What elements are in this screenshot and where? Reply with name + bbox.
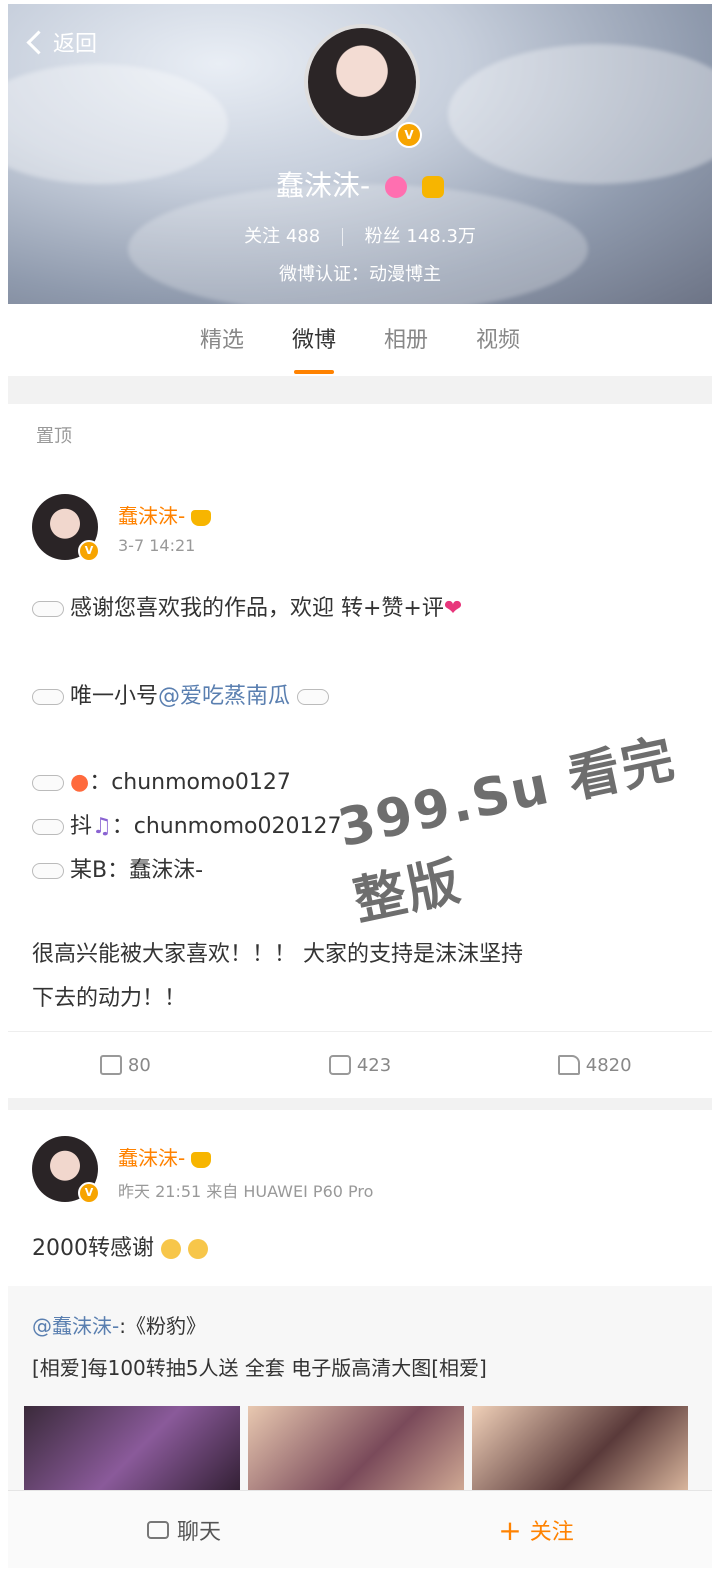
following-stat[interactable]: 关注 488 — [244, 226, 326, 247]
thumbs-up-icon — [557, 1055, 580, 1075]
profile-name-row: 蠢沫沫- — [8, 164, 712, 204]
verified-badge-icon: V — [78, 540, 100, 562]
comment-button[interactable]: 423 — [243, 1032, 478, 1098]
repost-icon — [99, 1055, 122, 1075]
verification-text: 微博认证：动漫博主 — [279, 264, 441, 285]
chat-button[interactable]: 聊天 — [8, 1491, 360, 1568]
like-count: 4820 — [585, 1054, 632, 1076]
music-note-icon: ♫ — [92, 814, 112, 839]
comment-icon — [328, 1055, 351, 1075]
heart-icon: ❤ — [443, 596, 463, 621]
crying-emoji-icon — [188, 1239, 208, 1259]
following-label: 关注 — [244, 226, 281, 247]
quote-text: [相爱]每100转抽5人送 全套 电子版高清大图[相爱] — [32, 1356, 487, 1380]
followers-stat[interactable]: 粉丝 148.3万 — [365, 226, 476, 247]
bottom-action-bar: 聊天 + 关注 — [8, 1490, 712, 1568]
post-line-text: 抖 — [70, 814, 93, 839]
cloud-icon — [32, 601, 64, 617]
chat-bubble-icon — [146, 1521, 169, 1539]
post-card: V 蠢沫沫- 昨天 21:51 来自 HUAWEI P60 Pro 2000转感… — [8, 1110, 712, 1568]
crown-icon[interactable] — [421, 176, 444, 198]
quote-user-link[interactable]: @蠢沫沫- — [32, 1314, 119, 1338]
crying-emoji-icon — [161, 1239, 181, 1259]
post-username-text: 蠢沫沫- — [118, 504, 186, 528]
post-paragraph: 很高兴能被大家喜欢！！！ 大家的支持是沫沫坚持 — [32, 942, 523, 967]
profile-name: 蠢沫沫- — [276, 169, 371, 202]
profile-tabs: 精选 微博 相册 视频 — [8, 304, 712, 376]
post-line: 抖♫：chunmomo020127 — [32, 808, 341, 840]
following-count: 488 — [285, 226, 321, 247]
verified-badge-icon: V — [396, 122, 422, 148]
post-time: 3-7 14:21 — [118, 536, 196, 555]
profile-stats: 关注 488 粉丝 148.3万 — [8, 222, 712, 248]
pinned-label: 置顶 — [36, 426, 72, 447]
post-meta: 昨天 21:51 来自 HUAWEI P60 Pro — [118, 1182, 374, 1201]
post-actions: 80 423 4820 — [8, 1031, 712, 1098]
quote-title: :《粉豹》 — [119, 1314, 206, 1338]
membership-icon[interactable] — [385, 176, 408, 198]
chat-label: 聊天 — [176, 1520, 221, 1545]
post-line-text: 2000转感谢 — [32, 1236, 154, 1261]
verified-badge-icon: V — [78, 1182, 100, 1204]
follow-label: 关注 — [529, 1520, 574, 1545]
followers-count: 148.3万 — [406, 226, 476, 247]
back-label: 返回 — [53, 32, 98, 57]
back-button[interactable]: 返回 — [26, 26, 98, 58]
cloud-decoration — [448, 44, 712, 184]
chevron-left-icon — [26, 29, 51, 55]
cloud-icon — [32, 863, 64, 879]
post-line-text: 某B：蠢沫沫- — [70, 858, 204, 883]
post-paragraph: 下去的动力！！ — [32, 986, 187, 1011]
post-line-text: ：chunmomo0127 — [89, 770, 291, 795]
post-line: 唯一小号@爱吃蒸南瓜 — [32, 678, 335, 710]
tab-featured[interactable]: 精选 — [200, 322, 244, 358]
post-line: 某B：蠢沫沫- — [32, 852, 203, 884]
post-username[interactable]: 蠢沫沫- — [118, 500, 212, 529]
plus-icon: + — [498, 1513, 522, 1547]
comment-count: 423 — [356, 1054, 392, 1076]
post-line-text: 唯一小号 — [70, 684, 159, 709]
follow-button[interactable]: + 关注 — [360, 1491, 712, 1568]
crown-icon — [191, 1151, 212, 1168]
app-frame: 返回 V 蠢沫沫- 关注 488 粉丝 148.3万 微博认证：动漫博主 精选 … — [8, 4, 712, 1568]
post-line-text: ：chunmomo020127 — [111, 814, 342, 839]
divider — [341, 228, 343, 246]
post-line: 2000转感谢 — [32, 1230, 208, 1262]
profile-header: 返回 V 蠢沫沫- 关注 488 粉丝 148.3万 微博认证：动漫博主 — [8, 4, 712, 304]
cloud-icon — [297, 689, 330, 705]
tab-video[interactable]: 视频 — [476, 322, 520, 358]
post-line: ●：chunmomo0127 — [32, 764, 291, 796]
cloud-icon — [32, 689, 64, 705]
cloud-icon — [32, 819, 64, 835]
post-username-text: 蠢沫沫- — [118, 1146, 186, 1170]
tab-weibo[interactable]: 微博 — [292, 322, 336, 374]
followers-label: 粉丝 — [364, 226, 401, 247]
post-username[interactable]: 蠢沫沫- — [118, 1142, 212, 1171]
repost-count: 80 — [127, 1054, 151, 1076]
like-button[interactable]: 4820 — [477, 1032, 712, 1098]
post-line-text: 感谢您喜欢我的作品，欢迎 转+赞+评 — [70, 596, 444, 621]
tab-album[interactable]: 相册 — [384, 322, 428, 358]
cloud-icon — [32, 775, 64, 791]
quote-header: @蠢沫沫-:《粉豹》 — [32, 1310, 206, 1339]
app-logo-icon: ● — [70, 770, 90, 795]
crown-icon — [191, 509, 212, 526]
mention-link[interactable]: @爱吃蒸南瓜 — [158, 684, 290, 709]
post-line: 感谢您喜欢我的作品，欢迎 转+赞+评❤ — [32, 590, 462, 622]
repost-button[interactable]: 80 — [8, 1032, 243, 1098]
